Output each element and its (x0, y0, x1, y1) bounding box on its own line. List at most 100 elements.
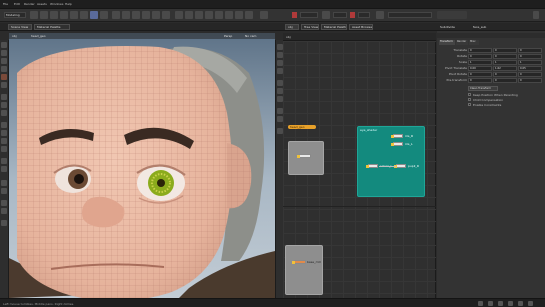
rotate-y[interactable]: 0 (493, 54, 517, 59)
templates-icon[interactable] (1, 188, 7, 194)
mini-node[interactable] (297, 154, 311, 158)
camera-menu[interactable]: Persp (224, 34, 232, 38)
select-tool-icon[interactable] (1, 42, 7, 48)
pivot-rotate-z[interactable]: 0 (518, 72, 542, 77)
rigid-bodies-icon[interactable] (215, 11, 223, 19)
hair-icon[interactable] (112, 11, 120, 19)
menu-file[interactable]: File (3, 2, 8, 6)
menu-render[interactable]: Render (24, 2, 35, 6)
network-path[interactable]: obj (286, 35, 291, 39)
scale-z[interactable]: 1 (518, 60, 542, 65)
populate-icon[interactable] (235, 11, 243, 19)
help-browser-button[interactable] (437, 11, 467, 19)
shelf-icon[interactable] (376, 11, 384, 19)
create-icon[interactable] (30, 11, 38, 19)
translate-x[interactable]: 0 (468, 48, 492, 53)
rotate-x[interactable]: 0 (468, 54, 492, 59)
menu-windows[interactable]: Windows (50, 2, 63, 6)
menu-assets[interactable]: Assets (37, 2, 47, 6)
status-icon-1[interactable] (478, 301, 483, 306)
constraints-icon[interactable] (100, 11, 108, 19)
view-tool-icon[interactable] (1, 94, 7, 100)
pyro-icon[interactable] (260, 11, 268, 19)
tab-render[interactable]: Render (456, 40, 468, 45)
fluid-icon[interactable] (225, 11, 233, 19)
attribute-icon[interactable] (1, 208, 7, 214)
display-menu[interactable]: No cam (245, 34, 256, 38)
texture-icon[interactable] (70, 11, 78, 19)
status-icon-3[interactable] (498, 301, 503, 306)
tab-material-palette-2[interactable]: Material Palette (321, 24, 347, 30)
status-icon-6[interactable] (528, 301, 533, 306)
child-compensation-checkbox[interactable] (468, 98, 471, 101)
pivot-translate-z[interactable]: 0.05 (518, 66, 542, 71)
lights-icon[interactable] (162, 11, 170, 19)
pivot-rotate-x[interactable]: 0 (468, 72, 492, 77)
paint-select-icon[interactable] (1, 166, 7, 172)
menu-help[interactable]: Help (65, 2, 72, 6)
pivot-translate-x[interactable]: 0.00 (468, 66, 492, 71)
network-box-green[interactable]: eye_shader iris_R iris_L sclera_L pupil_… (357, 126, 425, 197)
pre-transform-y[interactable]: 0 (493, 78, 517, 83)
network-node-lower[interactable]: base_mtl (285, 245, 323, 295)
status-icon-2[interactable] (488, 301, 493, 306)
tab-asset-browser[interactable]: Asset Browser (349, 24, 373, 30)
keep-position-checkbox[interactable] (468, 93, 471, 96)
modify-icon[interactable] (40, 11, 48, 19)
scale-tool-icon[interactable] (1, 66, 7, 72)
viewport-path[interactable]: obj (12, 34, 17, 38)
group-icon[interactable] (1, 200, 7, 206)
pose-tool-icon[interactable] (1, 82, 7, 88)
tab-tree-view[interactable]: Tree View (301, 24, 319, 30)
rotate-z[interactable]: 0 (518, 54, 542, 59)
edges-icon[interactable] (1, 138, 7, 144)
status-icon-5[interactable] (518, 301, 523, 306)
ipr-icon[interactable] (350, 12, 355, 18)
snap-icon[interactable] (1, 102, 7, 108)
scene-viewport[interactable]: obj head_geo Persp No cam (9, 33, 275, 298)
network-node-gray[interactable] (288, 141, 324, 175)
points-icon[interactable] (1, 130, 7, 136)
render-icon[interactable] (322, 11, 330, 19)
translate-y[interactable]: 0 (493, 48, 517, 53)
tab-material-palette[interactable]: Material Palette (34, 24, 70, 30)
mini-node[interactable] (391, 142, 403, 146)
scale-y[interactable]: 1 (493, 60, 517, 65)
pre-transform-z[interactable]: 0 (518, 78, 542, 83)
network-note[interactable]: head_geo (288, 125, 316, 129)
particles-icon[interactable] (195, 11, 203, 19)
tab-transform[interactable]: Transform (439, 40, 455, 45)
primitives-icon[interactable] (1, 146, 7, 152)
mini-node[interactable] (391, 134, 403, 138)
scale-x[interactable]: 1 (468, 60, 492, 65)
tab-scene-view[interactable]: Scene View (8, 24, 32, 30)
grains-icon[interactable] (205, 11, 213, 19)
frame-field[interactable] (300, 12, 318, 18)
window-close-icon[interactable] (533, 11, 539, 19)
viewport-node[interactable]: head_geo (31, 34, 46, 38)
search-field[interactable] (388, 12, 432, 18)
status-icon-4[interactable] (508, 301, 513, 306)
pre-transform-x[interactable]: 0 (468, 78, 492, 83)
secure-selection-icon[interactable] (1, 220, 7, 226)
clean-transform-button[interactable]: Clean Transform (468, 86, 498, 91)
pivot-rotate-y[interactable]: 0 (493, 72, 517, 77)
desktop-selector[interactable]: Modeling (4, 12, 26, 18)
node-name-field[interactable]: face_sub (473, 25, 486, 29)
characters-icon[interactable] (90, 11, 98, 19)
tab-obj[interactable]: obj (285, 24, 299, 30)
record-icon[interactable] (292, 12, 297, 18)
grid-icon[interactable] (1, 122, 7, 128)
container-icon[interactable] (245, 11, 253, 19)
collisions-icon[interactable] (185, 11, 193, 19)
lasso-icon[interactable] (1, 158, 7, 164)
deform-icon[interactable] (60, 11, 68, 19)
mini-node[interactable] (292, 260, 306, 264)
menu-edit[interactable]: Edit (14, 2, 20, 6)
cloud-fx-icon[interactable] (142, 11, 150, 19)
enable-constraints-checkbox[interactable] (468, 103, 471, 106)
polygon-icon[interactable] (50, 11, 58, 19)
volume-icon[interactable] (152, 11, 160, 19)
simple-fx-icon[interactable] (132, 11, 140, 19)
render-selector[interactable] (333, 12, 347, 18)
